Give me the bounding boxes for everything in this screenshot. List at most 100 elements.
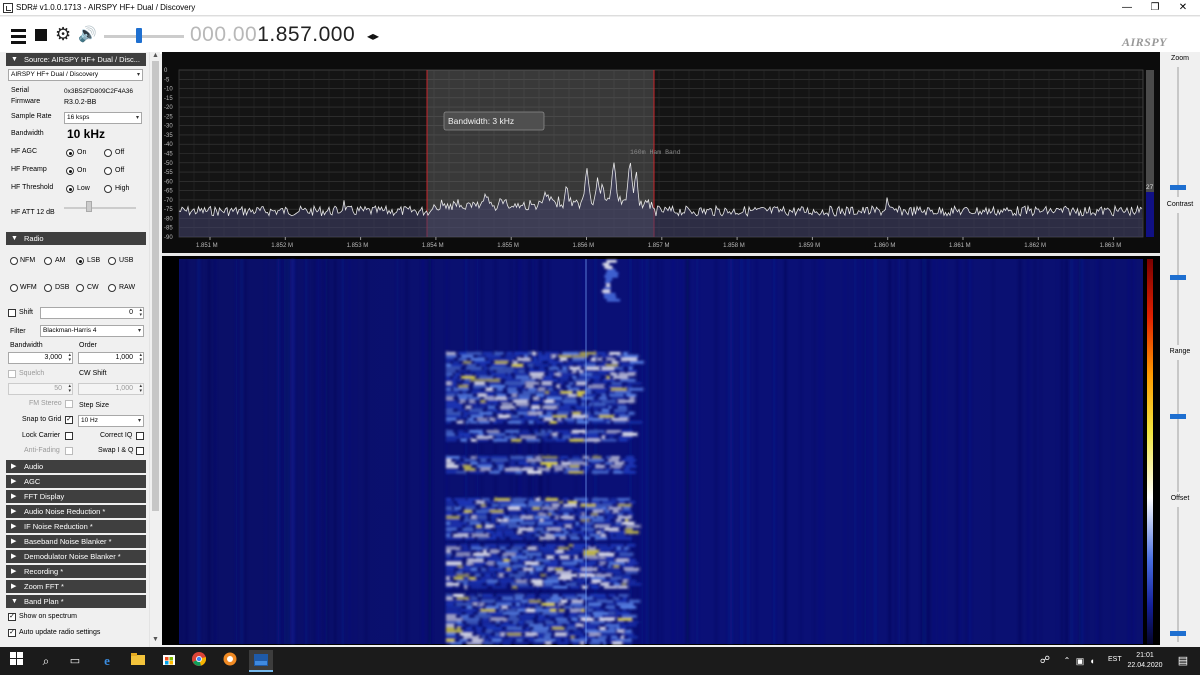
shift-spinner[interactable]: 0 ▴ ▾ bbox=[40, 307, 144, 319]
shift-checkbox[interactable] bbox=[8, 309, 16, 317]
contrast-slider-thumb[interactable] bbox=[1170, 275, 1186, 280]
section-source[interactable]: ▼ Source: AIRSPY HF+ Dual / Disc... bbox=[6, 53, 146, 66]
squelch-checkbox[interactable] bbox=[8, 370, 16, 378]
range-slider[interactable] bbox=[1177, 360, 1179, 492]
frequency-digits[interactable]: 1.857.000 bbox=[257, 23, 355, 46]
section-recording[interactable]: ▶ Recording * bbox=[6, 565, 146, 578]
section-demodulator-noise-blanker-title: Demodulator Noise Blanker * bbox=[24, 552, 121, 561]
bandwidth-spinner[interactable]: 3,000 ▴ ▾ bbox=[8, 352, 73, 364]
mode-raw-radio[interactable] bbox=[108, 284, 116, 292]
windows-start-icon[interactable] bbox=[8, 652, 26, 670]
section-band-plan[interactable]: ▼ Band Plan * bbox=[6, 595, 146, 608]
collapse-arrow-icon: ▼ bbox=[11, 598, 18, 605]
mode-cw-radio[interactable] bbox=[76, 284, 84, 292]
gear-icon[interactable]: ⚙ bbox=[55, 25, 71, 43]
hf-agc-off-radio[interactable] bbox=[104, 149, 112, 157]
hf-att-slider[interactable] bbox=[64, 207, 136, 209]
section-baseband-noise-blanker[interactable]: ▶ Baseband Noise Blanker * bbox=[6, 535, 146, 548]
squelch-spinner[interactable]: 50 ▴ ▾ bbox=[8, 383, 73, 395]
offset-slider-thumb[interactable] bbox=[1170, 631, 1186, 636]
people-icon[interactable]: ☍ bbox=[1036, 652, 1054, 670]
frequency-leading-digits[interactable]: 000.00 bbox=[190, 23, 257, 46]
sample-rate-select[interactable]: 16 ksps ▾ bbox=[64, 112, 142, 124]
mode-lsb-radio[interactable] bbox=[76, 257, 84, 265]
orange-app-icon[interactable] bbox=[221, 652, 239, 670]
fm-stereo-checkbox[interactable] bbox=[65, 400, 73, 408]
db-tick-label: -50 bbox=[164, 161, 173, 167]
swap-iq-checkbox[interactable] bbox=[136, 447, 144, 455]
section-demodulator-noise-blanker[interactable]: ▶ Demodulator Noise Blanker * bbox=[6, 550, 146, 563]
hf-preamp-off-radio[interactable] bbox=[104, 167, 112, 175]
filter-select[interactable]: Blackman-Harris 4 ▾ bbox=[40, 325, 144, 337]
range-slider-thumb[interactable] bbox=[1170, 414, 1186, 419]
minimize-button[interactable]: — bbox=[1114, 1, 1140, 15]
mode-nfm-radio[interactable] bbox=[10, 257, 18, 265]
offset-slider[interactable] bbox=[1177, 507, 1179, 642]
snap-to-grid-checkbox[interactable]: ✓ bbox=[65, 416, 73, 424]
stop-icon[interactable] bbox=[35, 29, 47, 41]
db-tick-label: -20 bbox=[164, 105, 173, 111]
menu-icon[interactable] bbox=[11, 29, 26, 45]
hf-agc-on-radio[interactable] bbox=[66, 149, 74, 157]
section-zoom-fft[interactable]: ▶ Zoom FFT * bbox=[6, 580, 146, 593]
correct-iq-checkbox[interactable] bbox=[136, 432, 144, 440]
scrollbar-thumb[interactable] bbox=[152, 61, 159, 511]
notifications-icon[interactable]: ▤ bbox=[1174, 652, 1192, 670]
section-agc[interactable]: ▶ AGC bbox=[6, 475, 146, 488]
cw-shift-spinner[interactable]: 1,000 ▴ ▾ bbox=[78, 383, 144, 395]
spinner-arrows-icon[interactable]: ▴ ▾ bbox=[68, 384, 71, 394]
window-title: SDR# v1.0.0.1713 - AIRSPY HF+ Dual / Dis… bbox=[16, 3, 196, 12]
mode-am-radio[interactable] bbox=[44, 257, 52, 265]
device-select[interactable]: AIRSPY HF+ Dual / Discovery ▾ bbox=[8, 69, 143, 81]
lock-carrier-checkbox[interactable] bbox=[65, 432, 73, 440]
sdrsharp-taskbar-icon[interactable] bbox=[249, 650, 273, 672]
section-radio[interactable]: ▼ Radio bbox=[6, 232, 146, 245]
file-explorer-icon[interactable] bbox=[129, 652, 147, 670]
speaker-icon[interactable]: 🔊 bbox=[78, 27, 97, 43]
step-size-select[interactable]: 10 Hz ▾ bbox=[78, 415, 144, 427]
scroll-down-icon[interactable]: ▼ bbox=[152, 636, 159, 643]
hf-threshold-high-radio[interactable] bbox=[104, 185, 112, 193]
spinner-arrows-icon[interactable]: ▴ ▾ bbox=[139, 308, 142, 318]
section-band-plan-title: Band Plan * bbox=[24, 597, 64, 606]
section-fft-display[interactable]: ▶ FFT Display bbox=[6, 490, 146, 503]
bandwidth-tooltip-text: Bandwidth: 3 kHz bbox=[448, 116, 514, 126]
hf-threshold-low-radio[interactable] bbox=[66, 185, 74, 193]
spinner-arrows-icon[interactable]: ▴ ▾ bbox=[68, 353, 71, 363]
left-panel-scrollbar[interactable]: ▲ ▼ bbox=[149, 52, 160, 647]
hf-att-slider-thumb[interactable] bbox=[86, 201, 92, 212]
section-audio-noise-reduction[interactable]: ▶ Audio Noise Reduction * bbox=[6, 505, 146, 518]
edge-browser-icon[interactable]: e bbox=[98, 652, 116, 670]
frequency-display[interactable]: 000.001.857.000 bbox=[190, 23, 355, 47]
volume-icon[interactable]: ◖ bbox=[1083, 652, 1101, 670]
section-audio[interactable]: ▶ Audio bbox=[6, 460, 146, 473]
scroll-up-icon[interactable]: ▲ bbox=[152, 52, 159, 59]
volume-slider[interactable] bbox=[104, 35, 184, 38]
main-toolbar: ⚙ 🔊 000.001.857.000 ◂▸ AIRSPY bbox=[0, 17, 1200, 54]
tune-arrows-icon[interactable]: ◂▸ bbox=[367, 29, 379, 43]
task-view-icon[interactable]: ▭ bbox=[66, 652, 84, 670]
order-spinner[interactable]: 1,000 ▴ ▾ bbox=[78, 352, 144, 364]
mode-wfm-radio[interactable] bbox=[10, 284, 18, 292]
anti-fading-checkbox[interactable] bbox=[65, 447, 73, 455]
show-on-spectrum-checkbox[interactable]: ✓ bbox=[8, 613, 16, 621]
zoom-slider-thumb[interactable] bbox=[1170, 185, 1186, 190]
auto-update-checkbox[interactable]: ✓ bbox=[8, 629, 16, 637]
spinner-arrows-icon[interactable]: ▴ ▾ bbox=[139, 353, 142, 363]
volume-slider-thumb[interactable] bbox=[136, 28, 142, 43]
hf-preamp-on-radio[interactable] bbox=[66, 167, 74, 175]
section-if-noise-reduction[interactable]: ▶ IF Noise Reduction * bbox=[6, 520, 146, 533]
clock[interactable]: 21:01 22.04.2020 bbox=[1120, 651, 1170, 671]
search-icon[interactable]: ⌕ bbox=[37, 652, 55, 670]
zoom-slider[interactable] bbox=[1177, 67, 1179, 197]
restore-button[interactable]: ❐ bbox=[1142, 1, 1168, 15]
waterfall-display[interactable] bbox=[162, 256, 1160, 645]
chrome-icon[interactable] bbox=[190, 652, 208, 670]
store-icon[interactable] bbox=[160, 652, 178, 670]
mode-dsb-radio[interactable] bbox=[44, 284, 52, 292]
spectrum-analyzer[interactable]: 0-5-10-15-20-25-30-35-40-45-50-55-60-65-… bbox=[162, 52, 1160, 254]
db-tick-label: -5 bbox=[164, 77, 170, 83]
spinner-arrows-icon[interactable]: ▴ ▾ bbox=[139, 384, 142, 394]
close-button[interactable]: ✕ bbox=[1170, 1, 1196, 15]
mode-usb-radio[interactable] bbox=[108, 257, 116, 265]
